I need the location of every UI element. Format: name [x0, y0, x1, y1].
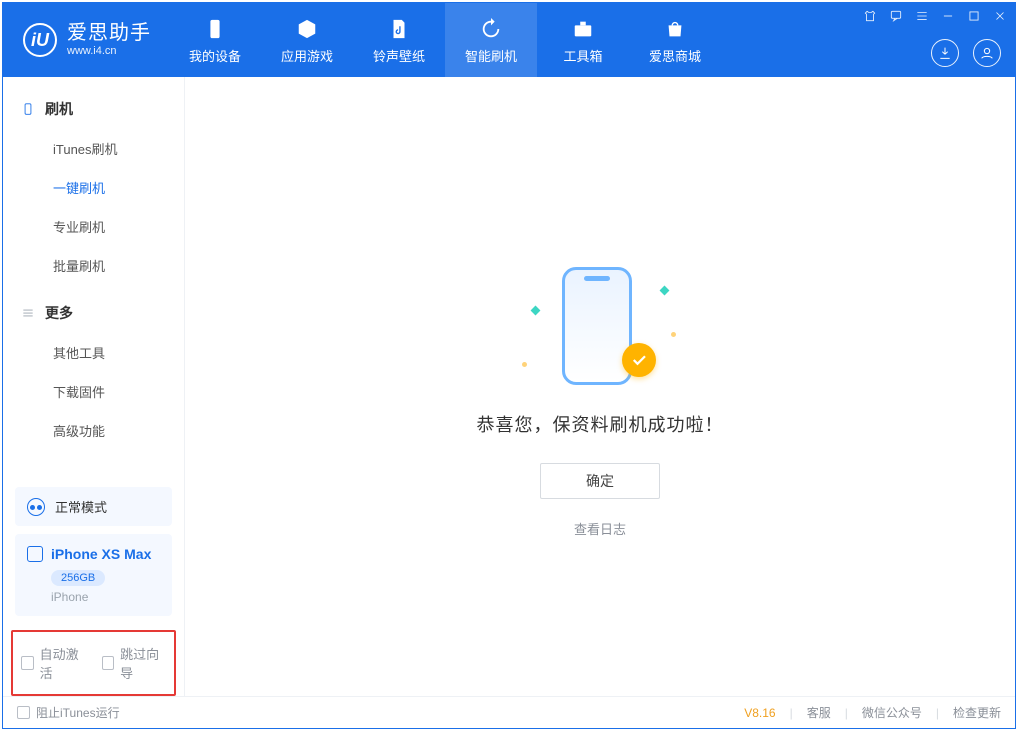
sidebar-item-itunes-flash[interactable]: iTunes刷机: [3, 129, 184, 168]
logo-icon: iU: [23, 23, 57, 57]
device-name: iPhone XS Max: [51, 546, 151, 562]
mode-icon: [27, 498, 45, 516]
cube-icon: [294, 16, 320, 42]
phone-icon: [21, 102, 35, 116]
check-badge-icon: [622, 343, 656, 377]
device-mode-card[interactable]: 正常模式: [15, 487, 172, 526]
checkbox-label: 自动激活: [40, 644, 86, 682]
minimize-button[interactable]: [939, 7, 957, 25]
device-mode-text: 正常模式: [55, 497, 107, 516]
checkbox-icon: [102, 656, 115, 670]
header-actions: [931, 39, 1001, 67]
main-content: 恭喜您，保资料刷机成功啦！ 确定 查看日志: [185, 77, 1015, 696]
toolbox-icon: [570, 16, 596, 42]
checkbox-icon: [17, 706, 30, 719]
menu-icon: [21, 306, 35, 320]
app-title: 爱思助手: [67, 22, 151, 45]
app-logo: iU 爱思助手 www.i4.cn: [3, 3, 169, 77]
sparkle-icon: [660, 286, 670, 296]
checkbox-label: 跳过向导: [120, 644, 166, 682]
window-controls: [861, 7, 1009, 25]
tab-label: 工具箱: [563, 46, 602, 65]
sidebar-group-flash: 刷机: [3, 89, 184, 129]
flash-options-highlight: 自动激活 跳过向导: [11, 630, 176, 696]
sidebar-item-pro-flash[interactable]: 专业刷机: [3, 207, 184, 246]
close-button[interactable]: [991, 7, 1009, 25]
device-info-card[interactable]: iPhone XS Max 256GB iPhone: [15, 534, 172, 616]
account-button[interactable]: [973, 39, 1001, 67]
sidebar-group-more: 更多: [3, 293, 184, 333]
tab-label: 智能刷机: [465, 46, 517, 65]
support-link[interactable]: 客服: [807, 704, 831, 721]
auto-activate-checkbox[interactable]: 自动激活: [21, 644, 86, 682]
status-bar: 阻止iTunes运行 V8.16 | 客服 | 微信公众号 | 检查更新: [3, 696, 1015, 728]
tab-ringtones-wallpapers[interactable]: 铃声壁纸: [353, 3, 445, 77]
tab-label: 铃声壁纸: [373, 46, 425, 65]
tab-my-device[interactable]: 我的设备: [169, 3, 261, 77]
checkbox-icon: [21, 656, 34, 670]
version-text: V8.16: [744, 706, 775, 720]
tab-toolbox[interactable]: 工具箱: [537, 3, 629, 77]
tab-apps-games[interactable]: 应用游戏: [261, 3, 353, 77]
sidebar-item-oneclick-flash[interactable]: 一键刷机: [3, 168, 184, 207]
view-log-link[interactable]: 查看日志: [574, 519, 626, 538]
dot-icon: [522, 362, 527, 367]
wechat-link[interactable]: 微信公众号: [862, 704, 922, 721]
success-illustration: [540, 267, 660, 387]
tab-smart-flash[interactable]: 智能刷机: [445, 3, 537, 77]
sidebar-item-download-firmware[interactable]: 下载固件: [3, 372, 184, 411]
confirm-button[interactable]: 确定: [540, 463, 660, 499]
app-subtitle: www.i4.cn: [67, 45, 151, 58]
tab-label: 爱思商城: [649, 46, 701, 65]
sparkle-icon: [531, 306, 541, 316]
sidebar-group-title: 更多: [45, 303, 73, 323]
refresh-shield-icon: [478, 16, 504, 42]
block-itunes-checkbox[interactable]: 阻止iTunes运行: [17, 704, 120, 721]
check-update-link[interactable]: 检查更新: [953, 704, 1001, 721]
sidebar-item-advanced[interactable]: 高级功能: [3, 411, 184, 450]
success-message: 恭喜您，保资料刷机成功啦！: [477, 411, 724, 437]
tab-label: 应用游戏: [281, 46, 333, 65]
sidebar-item-batch-flash[interactable]: 批量刷机: [3, 246, 184, 285]
menu-lines-icon[interactable]: [913, 7, 931, 25]
sidebar-item-other-tools[interactable]: 其他工具: [3, 333, 184, 372]
dot-icon: [671, 332, 676, 337]
tab-label: 我的设备: [189, 46, 241, 65]
sidebar: 刷机 iTunes刷机 一键刷机 专业刷机 批量刷机 更多 其他工具 下载固件 …: [3, 77, 185, 696]
feedback-icon[interactable]: [887, 7, 905, 25]
device-capacity-badge: 256GB: [51, 570, 105, 586]
checkbox-label: 阻止iTunes运行: [36, 704, 120, 721]
phone-outline-icon: [562, 267, 632, 385]
maximize-button[interactable]: [965, 7, 983, 25]
device-type: iPhone: [51, 590, 160, 604]
sidebar-group-title: 刷机: [45, 99, 73, 119]
download-button[interactable]: [931, 39, 959, 67]
tshirt-icon[interactable]: [861, 7, 879, 25]
shopping-bag-icon: [662, 16, 688, 42]
main-nav-tabs: 我的设备 应用游戏 铃声壁纸 智能刷机 工具箱 爱思商城: [169, 3, 721, 77]
phone-icon: [27, 546, 43, 562]
title-bar: iU 爱思助手 www.i4.cn 我的设备 应用游戏 铃声壁纸 智能刷机: [3, 3, 1015, 77]
skip-guide-checkbox[interactable]: 跳过向导: [102, 644, 167, 682]
music-file-icon: [386, 16, 412, 42]
device-icon: [202, 16, 228, 42]
tab-store[interactable]: 爱思商城: [629, 3, 721, 77]
